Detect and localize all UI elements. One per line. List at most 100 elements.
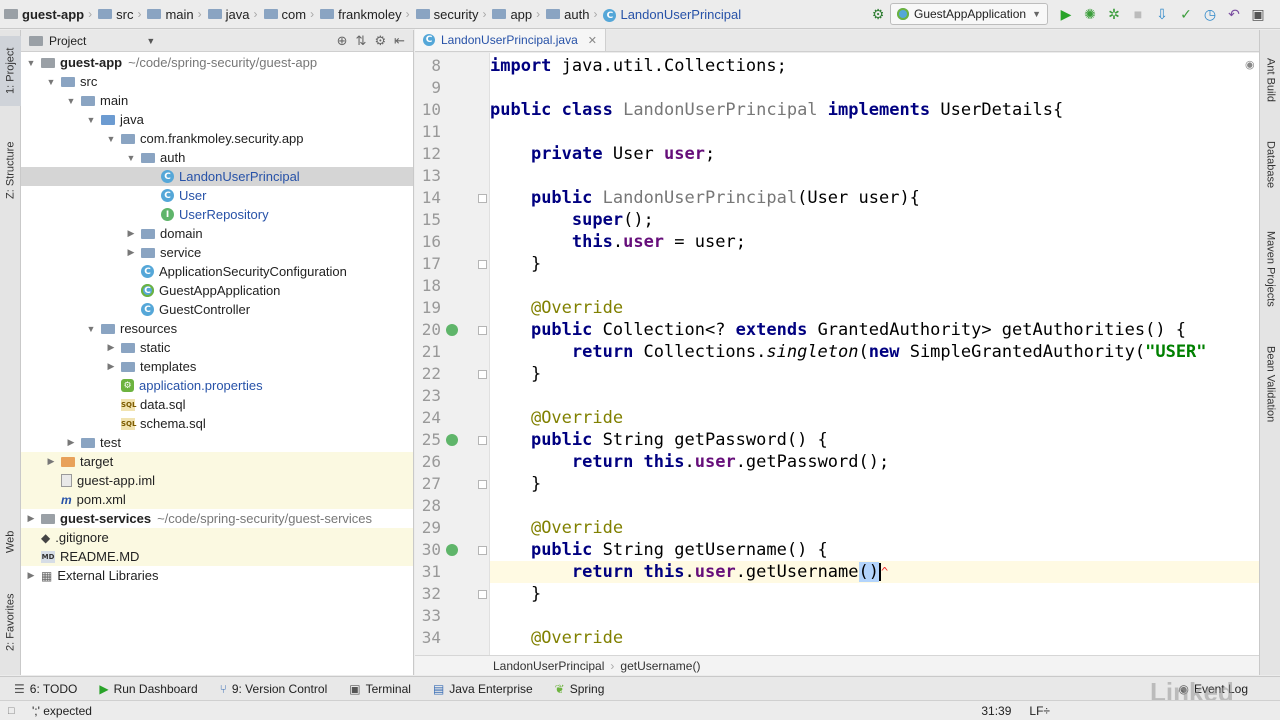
code-line[interactable] [490, 275, 1259, 297]
tree-item[interactable]: C GuestAppApplication [21, 281, 413, 300]
tree-item[interactable]: ▼ resources [21, 319, 413, 338]
override-marker-icon[interactable] [446, 544, 458, 556]
debug-icon[interactable]: ✺ [1079, 3, 1101, 25]
override-marker-icon[interactable] [446, 434, 458, 446]
scroll-from-source-icon[interactable]: ⊕ [337, 33, 348, 49]
vcs-commit-icon[interactable]: ✓ [1175, 3, 1197, 25]
fold-marker-icon[interactable] [478, 326, 487, 335]
tool-window-button[interactable]: ❦ Spring [555, 682, 605, 696]
tree-item[interactable]: guest-app.iml [21, 471, 413, 490]
fold-marker-icon[interactable] [478, 480, 487, 489]
tree-item[interactable]: ⚙ application.properties [21, 376, 413, 395]
breadcrumb-item[interactable]: app › [488, 0, 542, 29]
collapsed-arrow-icon[interactable]: ▶ [45, 456, 57, 467]
caret-position[interactable]: 31:39 [981, 704, 1011, 718]
code-editor[interactable]: import java.util.Collections; public clas… [490, 53, 1259, 655]
breadcrumb-item[interactable]: src › [94, 0, 143, 29]
chevron-down-icon[interactable]: ▼ [146, 36, 155, 46]
code-line[interactable]: import java.util.Collections; [490, 55, 1259, 77]
code-line[interactable]: this.user = user; [490, 231, 1259, 253]
code-line[interactable]: } [490, 363, 1259, 385]
expanded-arrow-icon[interactable]: ▼ [105, 134, 117, 144]
revert-icon[interactable]: ↶ [1223, 3, 1245, 25]
code-line[interactable]: super(); [490, 209, 1259, 231]
code-line[interactable] [490, 77, 1259, 99]
tool-window-button[interactable]: ▣ Terminal [349, 682, 411, 696]
tree-item[interactable]: ▼ auth [21, 148, 413, 167]
tab-bean-validation[interactable]: Bean Validation [1260, 334, 1280, 434]
collapsed-arrow-icon[interactable]: ▶ [25, 570, 37, 581]
tree-item[interactable]: ▼ main [21, 91, 413, 110]
fold-marker-icon[interactable] [478, 370, 487, 379]
tree-item[interactable]: ▶ domain [21, 224, 413, 243]
tab-project[interactable]: 1: Project [0, 36, 21, 106]
tab-ant-build[interactable]: Ant Build [1260, 40, 1280, 120]
code-line[interactable] [490, 605, 1259, 627]
breadcrumb-item[interactable]: security › [412, 0, 489, 29]
fold-marker-icon[interactable] [478, 436, 487, 445]
code-line[interactable]: } [490, 583, 1259, 605]
fold-marker-icon[interactable] [478, 590, 487, 599]
stop-icon[interactable]: ■ [1127, 3, 1149, 25]
tree-item[interactable]: ▶ target [21, 452, 413, 471]
breadcrumb-item[interactable]: com › [260, 0, 317, 29]
eye-icon[interactable]: ◉ [1245, 58, 1255, 71]
collapsed-arrow-icon[interactable]: ▶ [105, 361, 117, 372]
expanded-arrow-icon[interactable]: ▼ [65, 96, 77, 106]
collapse-all-icon[interactable]: ⇅ [356, 33, 367, 49]
tree-item[interactable]: C LandonUserPrincipal [21, 167, 413, 186]
run-config-select[interactable]: GuestAppApplication ▼ [890, 3, 1048, 25]
code-line[interactable]: } [490, 253, 1259, 275]
breadcrumb-item[interactable]: guest-app › [0, 0, 94, 29]
collapsed-arrow-icon[interactable]: ▶ [65, 437, 77, 448]
breadcrumb-item[interactable]: java › [204, 0, 260, 29]
code-line[interactable]: public String getUsername() { [490, 539, 1259, 561]
code-line[interactable]: return this.user.getUsername() ^ [490, 561, 1259, 583]
build-icon[interactable]: ⚙ [867, 3, 889, 25]
coverage-icon[interactable]: ✲ [1103, 3, 1125, 25]
code-line[interactable]: } [490, 473, 1259, 495]
gear-icon[interactable]: ⚙ [374, 33, 386, 49]
tree-item[interactable]: ▶ static [21, 338, 413, 357]
code-line[interactable]: @Override [490, 297, 1259, 319]
tree-item[interactable]: SQL schema.sql [21, 414, 413, 433]
tree-item[interactable]: SQL data.sql [21, 395, 413, 414]
expanded-arrow-icon[interactable]: ▼ [125, 153, 137, 163]
expanded-arrow-icon[interactable]: ▼ [85, 115, 97, 125]
override-marker-icon[interactable] [446, 324, 458, 336]
breadcrumb-item[interactable]: main › [143, 0, 203, 29]
fold-marker-icon[interactable] [478, 546, 487, 555]
hide-panel-icon[interactable]: ⇤ [394, 33, 405, 49]
tab-favorites[interactable]: 2: Favorites [0, 582, 21, 662]
breadcrumb-item[interactable]: frankmoley › [316, 0, 412, 29]
tree-item[interactable]: ▶ service [21, 243, 413, 262]
tree-item[interactable]: m pom.xml [21, 490, 413, 509]
line-separator[interactable]: LF÷ [1029, 704, 1050, 718]
code-line[interactable] [490, 495, 1259, 517]
search-everywhere-icon[interactable]: ▣ [1247, 3, 1269, 25]
tab-maven-projects[interactable]: Maven Projects [1260, 214, 1280, 324]
tool-window-button[interactable]: ⑂ 9: Version Control [220, 682, 328, 696]
tree-item[interactable]: ▶ ▦ External Libraries [21, 566, 413, 585]
tree-item[interactable]: ▼ com.frankmoley.security.app [21, 129, 413, 148]
breadcrumb-item[interactable]: C LandonUserPrincipal [599, 0, 743, 29]
code-line[interactable]: @Override [490, 517, 1259, 539]
code-line[interactable] [490, 385, 1259, 407]
code-line[interactable]: return Collections.singleton(new SimpleG… [490, 341, 1259, 363]
crumb-method[interactable]: getUsername() [620, 659, 700, 673]
collapsed-arrow-icon[interactable]: ▶ [125, 228, 137, 239]
expanded-arrow-icon[interactable]: ▼ [85, 324, 97, 334]
code-line[interactable] [490, 121, 1259, 143]
tool-window-button[interactable]: ☰ 6: TODO [14, 682, 77, 696]
tab-structure[interactable]: Z: Structure [0, 122, 21, 218]
vcs-history-icon[interactable]: ◷ [1199, 3, 1221, 25]
tree-item[interactable]: ▶ guest-services ~/code/spring-security/gu… [21, 509, 413, 528]
close-icon[interactable]: ✕ [588, 34, 597, 47]
run-icon[interactable]: ▶ [1055, 3, 1077, 25]
tree-item[interactable]: C ApplicationSecurityConfiguration [21, 262, 413, 281]
tool-window-button[interactable]: ▶ Run Dashboard [99, 682, 197, 696]
crumb-class[interactable]: LandonUserPrincipal [493, 659, 604, 673]
code-line[interactable]: public String getPassword() { [490, 429, 1259, 451]
expanded-arrow-icon[interactable]: ▼ [25, 58, 37, 68]
tree-item[interactable]: ▼ src [21, 72, 413, 91]
